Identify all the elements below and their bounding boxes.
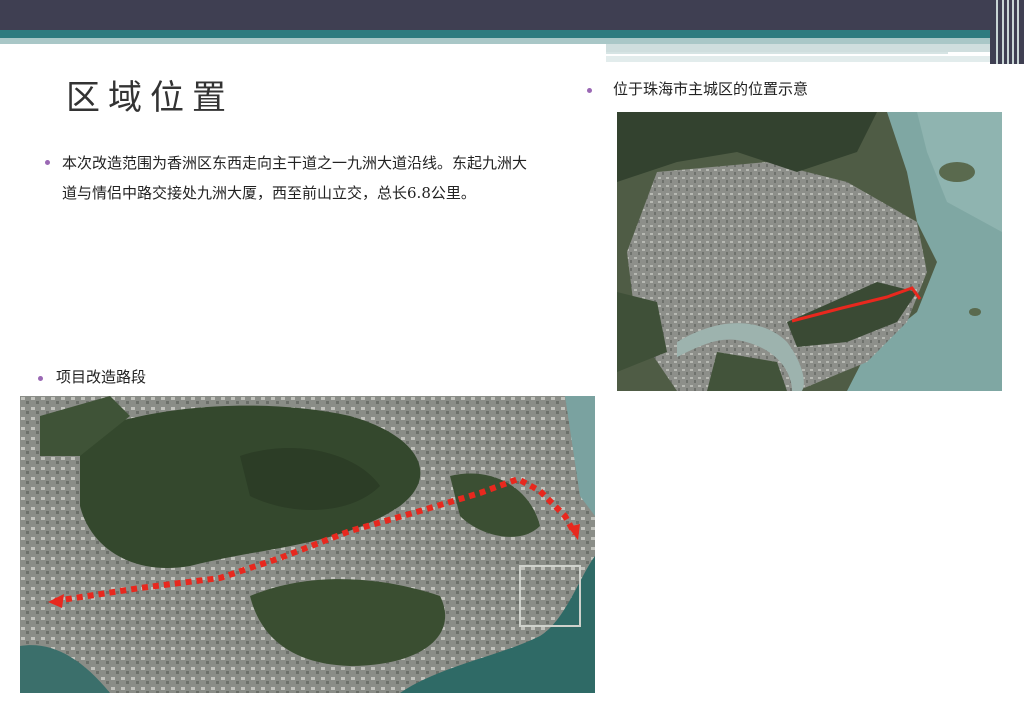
header-accent-stripe-2	[606, 56, 1001, 62]
header-corner-ornament	[990, 0, 1024, 64]
bullet-dot	[38, 376, 43, 381]
route-map-label: 项目改造路段	[56, 368, 147, 386]
bullet-dot	[45, 160, 50, 165]
location-map-label: 位于珠海市主城区的位置示意	[613, 80, 809, 98]
slide-title: 区域位置	[66, 78, 234, 118]
header-accent-stripe	[606, 44, 1024, 52]
header-teal-stripe	[0, 30, 1024, 38]
header-bar	[0, 0, 1024, 30]
bullet-dot	[587, 88, 592, 93]
description-text: 本次改造范围为香洲区东西走向主干道之一九洲大道沿线。东起九洲大道与情侣中路交接处…	[62, 154, 528, 202]
city-location-map	[617, 112, 1002, 391]
route-detail-map	[20, 396, 595, 693]
header-divider-line	[606, 52, 948, 54]
